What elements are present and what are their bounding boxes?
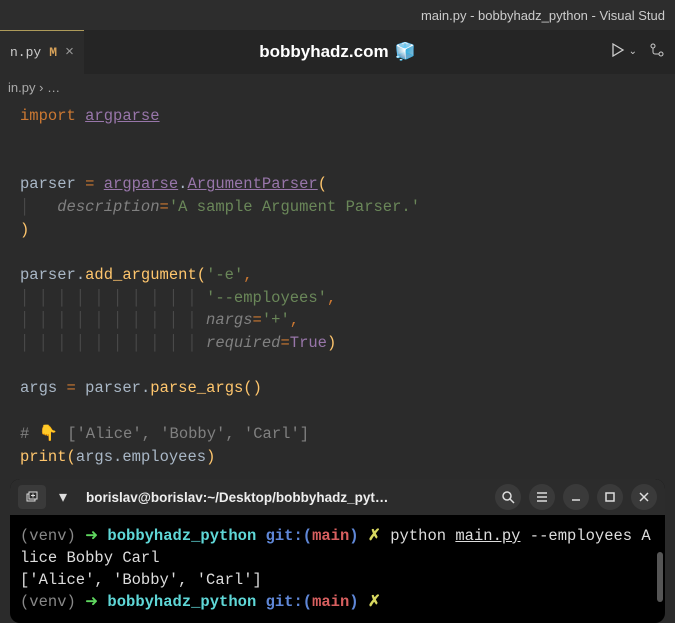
code-line xyxy=(20,400,655,423)
chevron-down-icon[interactable]: ▾ xyxy=(54,485,72,509)
diff-icon[interactable] xyxy=(649,42,665,63)
run-chevron-icon[interactable]: ⌄ xyxy=(629,46,637,58)
search-icon[interactable] xyxy=(495,484,521,510)
window-title-bar: main.py - bobbyhadz_python - Visual Stud xyxy=(0,0,675,30)
terminal-body[interactable]: (venv) ➜ bobbyhadz_python git:(main) ✗ p… xyxy=(10,515,665,623)
code-line xyxy=(20,241,655,264)
code-line: │ │ │ │ │ │ │ │ │ │ '--employees', xyxy=(20,287,655,310)
close-icon[interactable] xyxy=(631,484,657,510)
cube-icon: 🧊 xyxy=(395,42,416,62)
code-line: │ │ │ │ │ │ │ │ │ │ nargs='+', xyxy=(20,309,655,332)
terminal-scrollbar[interactable] xyxy=(657,552,663,602)
site-name: bobbyhadz.com xyxy=(259,42,388,62)
code-line: parser.add_argument('-e', xyxy=(20,264,655,287)
terminal-title: borislav@borislav:~/Desktop/bobbyhadz_py… xyxy=(80,490,487,505)
tab-filename: n.py xyxy=(10,45,41,60)
file-tab[interactable]: n.py M × xyxy=(0,30,84,74)
breadcrumb[interactable]: in.py › … xyxy=(0,74,675,101)
code-line: print(args.employees) xyxy=(20,446,655,469)
breadcrumb-sep: › xyxy=(39,80,43,95)
code-line xyxy=(20,150,655,173)
terminal-panel: ▾ borislav@borislav:~/Desktop/bobbyhadz_… xyxy=(10,479,665,623)
terminal-header: ▾ borislav@borislav:~/Desktop/bobbyhadz_… xyxy=(10,479,665,515)
code-line: parser = argparse.ArgumentParser( xyxy=(20,173,655,196)
close-icon[interactable]: × xyxy=(65,44,74,61)
code-line: args = parser.parse_args() xyxy=(20,377,655,400)
code-line: ) xyxy=(20,219,655,242)
code-line: import argparse xyxy=(20,105,655,128)
breadcrumb-file: in.py xyxy=(8,80,35,95)
code-editor[interactable]: import argparse parser = argparse.Argume… xyxy=(0,101,675,471)
new-tab-button[interactable] xyxy=(18,485,46,509)
editor-actions: ⌄ xyxy=(611,42,665,63)
menu-icon[interactable] xyxy=(529,484,555,510)
tab-modified-indicator: M xyxy=(49,45,57,60)
window-title: main.py - bobbyhadz_python - Visual Stud xyxy=(421,8,665,23)
code-line: # 👇 ['Alice', 'Bobby', 'Carl'] xyxy=(20,423,655,446)
code-line: │ │ │ │ │ │ │ │ │ │ required=True) xyxy=(20,332,655,355)
header-title: bobbyhadz.com 🧊 xyxy=(259,42,416,62)
run-icon[interactable] xyxy=(611,43,625,62)
tab-row: n.py M × bobbyhadz.com 🧊 ⌄ xyxy=(0,30,675,74)
minimize-icon[interactable] xyxy=(563,484,589,510)
code-line xyxy=(20,128,655,151)
code-line xyxy=(20,355,655,378)
maximize-icon[interactable] xyxy=(597,484,623,510)
breadcrumb-rest: … xyxy=(47,80,60,95)
code-line: │ description='A sample Argument Parser.… xyxy=(20,196,655,219)
